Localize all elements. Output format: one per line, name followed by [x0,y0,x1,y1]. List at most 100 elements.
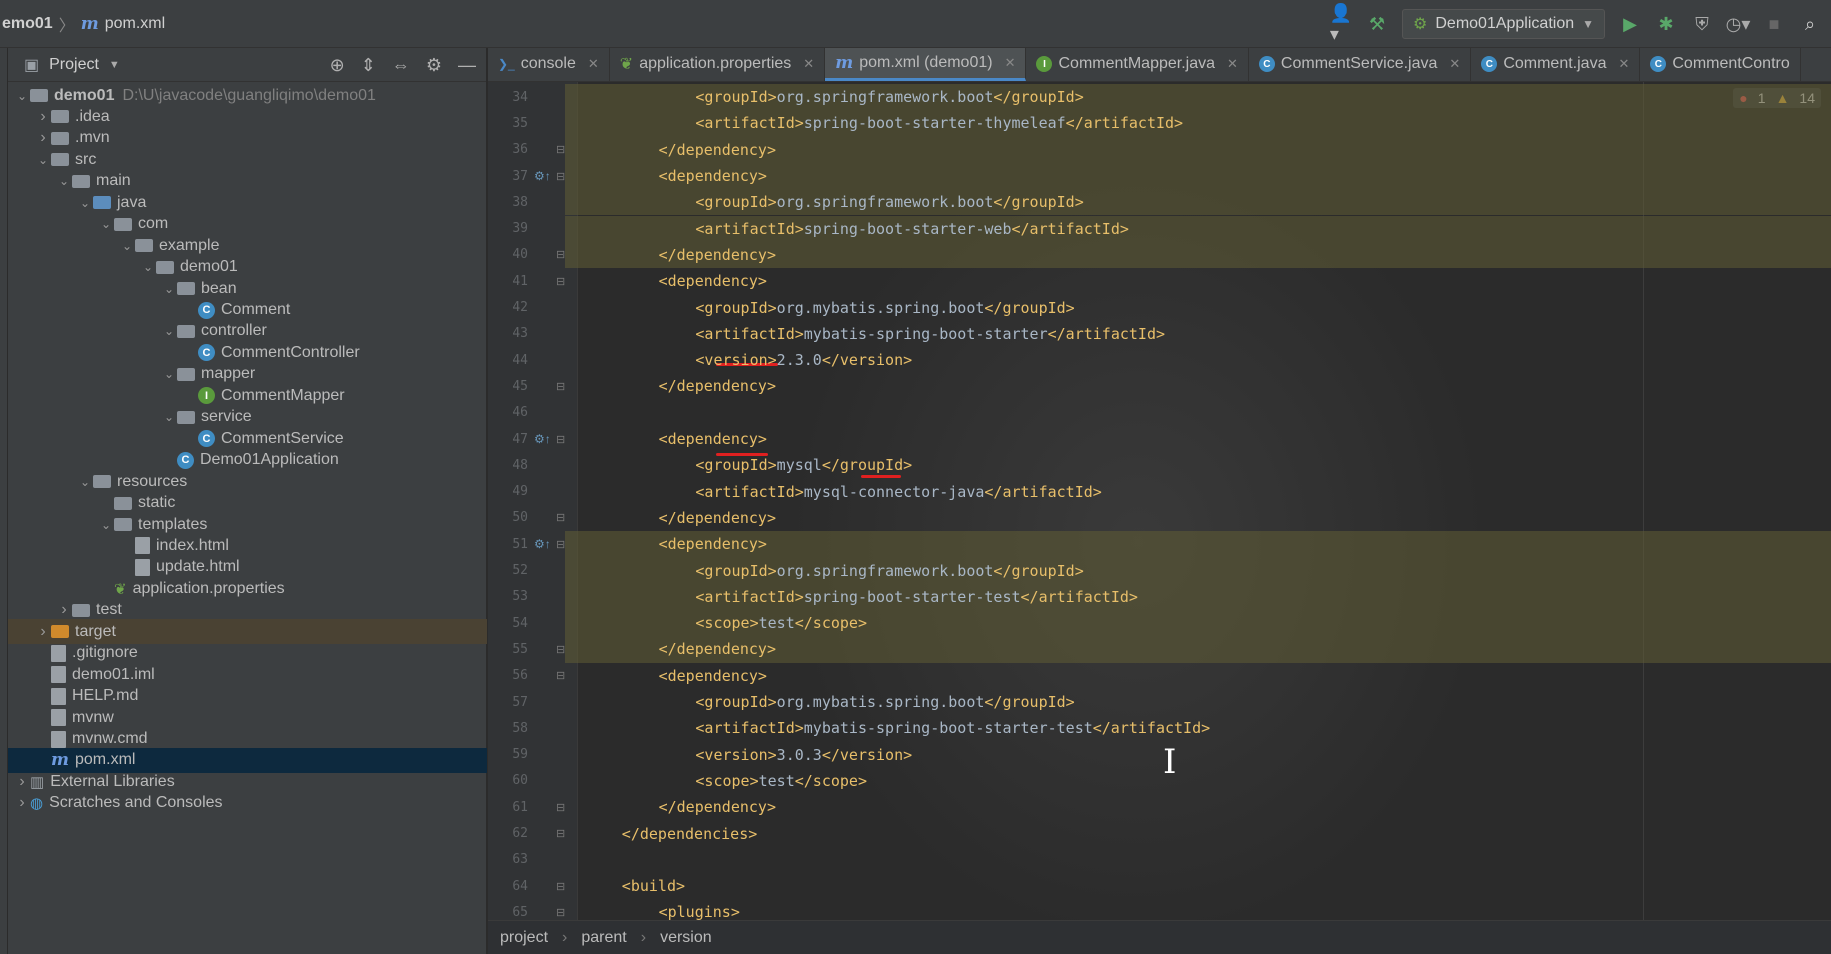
line-number: 55 [512,641,528,657]
tree-item-label: demo01 [180,258,238,276]
dependency-gutter-icon[interactable]: ⚙↑ [534,537,551,551]
line-number: 37 [512,168,528,184]
xml-value: org.mybatis.spring.boot [776,693,985,712]
editor-tab[interactable]: ❯_ console ✕ [488,48,610,81]
package-icon [177,410,195,424]
search-icon[interactable]: ⌕ [1799,13,1821,35]
tree-item-label: pom.xml [75,751,136,769]
expand-all-icon[interactable]: ⇕ [361,55,376,76]
code-text: </dependencies> [622,825,757,843]
fold-marker-icon[interactable]: ⊟ [556,643,565,656]
fold-marker-icon[interactable]: ⊟ [556,669,565,682]
tree-item-label: test [96,601,122,619]
chevron-down-icon[interactable]: ⌄ [161,324,177,338]
tab-label: CommentMapper.java [1058,55,1215,72]
xml-tag: <version> [695,351,777,370]
fold-marker-icon[interactable]: ⊟ [556,538,565,551]
run-configuration-select[interactable]: ⚙ Demo01Application ▼ [1402,9,1605,39]
close-icon[interactable]: ✕ [1449,56,1460,72]
coverage-icon[interactable]: ⛨ [1691,13,1713,35]
fold-marker-icon[interactable]: ⊟ [556,801,565,814]
close-icon[interactable]: ✕ [1618,56,1629,72]
spring-leaf-icon: ❦ [114,580,127,598]
close-icon[interactable]: ✕ [588,56,599,72]
collapse-all-icon[interactable]: ⇔ [392,55,410,76]
fold-marker-icon[interactable]: ⊟ [556,275,565,288]
close-icon[interactable]: ✕ [1005,55,1016,71]
fold-marker-icon[interactable]: ⊟ [556,433,565,446]
breadcrumb-project[interactable]: emo01 [2,15,53,33]
code-text: <artifactId>mybatis-spring-boot-starter-… [695,719,1210,737]
close-icon[interactable]: ✕ [803,56,814,72]
chevron-down-icon[interactable]: ⌄ [161,410,177,424]
stop-icon[interactable]: ■ [1763,13,1785,35]
chevron-down-icon[interactable]: ⌄ [98,518,114,532]
fold-marker-icon[interactable]: ⊟ [556,827,565,840]
chevron-down-icon[interactable]: ⌄ [77,475,93,489]
chevron-down-icon[interactable]: ⌄ [14,89,30,103]
interface-icon: I [1036,56,1053,72]
run-icon[interactable]: ▶ [1619,13,1641,35]
breadcrumb-item[interactable]: version [660,929,712,947]
build-hammer-icon[interactable]: ⚒ [1366,13,1388,35]
fold-marker-icon[interactable]: ⊟ [556,170,565,183]
tree-item[interactable]: › ◍ Scratches and Consoles [8,791,487,816]
file-icon [135,537,150,555]
breadcrumb-file[interactable]: pom.xml [105,15,165,33]
xml-value: mybatis-spring-boot-starter-test [803,719,1093,738]
chevron-down-icon[interactable]: ⌄ [140,260,156,274]
editor-tab[interactable]: I CommentMapper.java ✕ [1026,48,1249,81]
chevron-down-icon[interactable]: ⌄ [35,153,51,167]
fold-marker-icon[interactable]: ⊟ [556,143,565,156]
xml-tag: <dependency> [658,272,767,291]
chevron-down-icon[interactable]: ⌄ [161,282,177,296]
chevron-down-icon[interactable]: ⌄ [77,196,93,210]
xml-tag: </scope> [794,614,867,633]
code-text: <scope>test</scope> [695,614,867,632]
editor-tab[interactable]: C CommentContro [1640,48,1801,81]
chevron-down-icon[interactable]: ⌄ [98,217,114,231]
dependency-gutter-icon[interactable]: ⚙↑ [534,432,551,446]
gear-icon[interactable]: ⚙ [426,55,442,76]
dependency-gutter-icon[interactable]: ⚙↑ [534,169,551,183]
xml-tag: </dependency> [658,798,776,817]
user-icon[interactable]: 👤▾ [1330,3,1352,44]
chevron-right-icon[interactable]: › [14,794,30,812]
breadcrumb-item[interactable]: parent [581,929,626,947]
editor-tab[interactable]: C CommentService.java ✕ [1249,48,1472,81]
left-tool-strip [0,48,8,954]
fold-marker-icon[interactable]: ⊟ [556,380,565,393]
chevron-down-icon[interactable]: ⌄ [119,239,135,253]
fold-marker-icon[interactable]: ⊟ [556,906,565,919]
chevron-right-icon[interactable]: › [35,129,51,147]
locate-icon[interactable]: ⊕ [330,55,345,76]
editor-tab[interactable]: ❦ application.properties ✕ [610,48,826,81]
debug-icon[interactable]: ✱ [1655,13,1677,35]
chevron-right-icon[interactable]: › [35,623,51,641]
editor-area: ❯_ console ✕ ❦ application.properties ✕ m pom.x… [488,48,1831,954]
code-editor[interactable]: ● 1 ▲ 14 I 34<groupId>org.springframewor… [488,82,1831,920]
tree-item-label: CommentMapper [221,386,345,404]
fold-marker-icon[interactable]: ⊟ [556,880,565,893]
fold-marker-icon[interactable]: ⊟ [556,248,565,261]
code-text: <groupId>org.mybatis.spring.boot</groupI… [695,299,1074,317]
xml-tag: <dependency> [658,167,767,186]
hide-icon[interactable]: — [458,55,476,76]
editor-tab[interactable]: C Comment.java ✕ [1471,48,1641,81]
chevron-right-icon[interactable]: › [14,773,30,791]
chevron-down-icon[interactable]: ⌄ [56,174,72,188]
chevron-down-icon[interactable]: ▼ [109,59,120,71]
xml-tag: <dependency> [658,430,767,449]
editor-tab[interactable]: m pom.xml (demo01) ✕ [825,48,1027,81]
fold-marker-icon[interactable]: ⊟ [556,511,565,524]
chevron-down-icon[interactable]: ⌄ [161,367,177,381]
project-panel-title[interactable]: Project [49,56,99,74]
chevron-right-icon[interactable]: › [56,601,72,619]
code-text: <dependency> [659,667,767,685]
maven-icon: m [51,750,69,771]
chevron-right-icon[interactable]: › [35,108,51,126]
profile-icon[interactable]: ◷▾ [1726,13,1751,35]
tab-label: application.properties [639,55,792,72]
breadcrumb-item[interactable]: project [500,929,548,947]
close-icon[interactable]: ✕ [1227,56,1238,72]
